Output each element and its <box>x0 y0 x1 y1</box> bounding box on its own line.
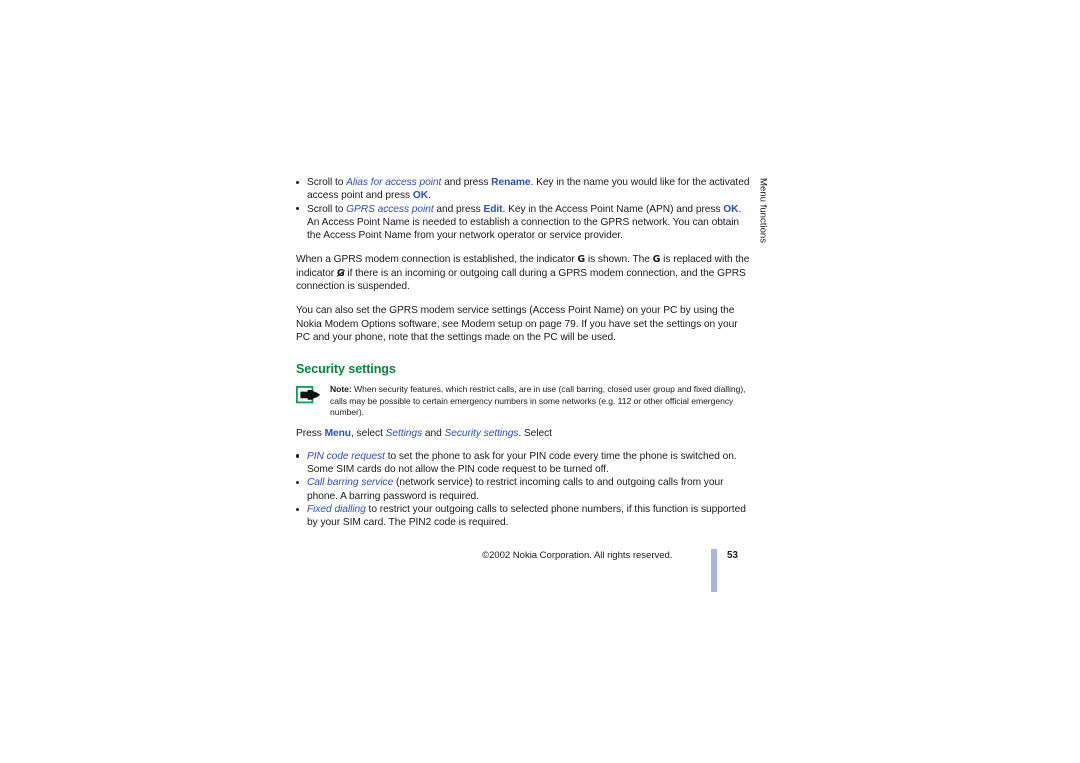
menu-item-settings: Settings <box>385 428 423 440</box>
text-fragment: . <box>738 203 742 215</box>
paragraph-text: You can also set the GPRS modem service … <box>296 305 738 343</box>
page-sheet: Scroll to Alias for access point and pre… <box>0 0 1080 763</box>
menu-item-security-settings: Security settings <box>444 428 519 440</box>
note-body: When security features, which restrict c… <box>330 384 746 418</box>
list-item: Scroll to GPRS access point and press Ed… <box>296 203 752 216</box>
text-fragment: is shown. The <box>585 254 653 266</box>
text-fragment: Scroll to <box>307 203 347 215</box>
bullet-text-fixed-dialling: Fixed dialling to restrict your outgoing… <box>307 504 746 528</box>
sub-paragraph-apn: An Access Point Name is needed to establ… <box>296 216 752 243</box>
softkey-menu: Menu <box>324 428 351 440</box>
bullet-dot-icon <box>296 507 300 511</box>
bullet-text-pin-code-request: PIN code request to set the phone to ask… <box>307 451 737 475</box>
page-footer: ©2002 Nokia Corporation. All rights rese… <box>482 549 752 600</box>
bullet-body: to restrict your outgoing calls to selec… <box>307 503 746 529</box>
note-label: Note: <box>330 384 352 395</box>
gprs-suspended-indicator-icon: G <box>336 267 345 279</box>
footer-accent-bar <box>711 549 717 592</box>
bullet-text-alias: Scroll to Alias for access point and pre… <box>307 177 749 201</box>
text-fragment: Scroll to <box>307 177 347 188</box>
menu-item-call-barring-service: Call barring service <box>307 477 394 489</box>
softkey-ok: OK <box>412 190 429 202</box>
bullet-text-gprs-access-point: Scroll to GPRS access point and press Ed… <box>307 204 741 215</box>
text-fragment: . Select <box>518 428 552 440</box>
softkey-edit: Edit <box>483 203 503 215</box>
bullet-dot-icon <box>296 180 300 184</box>
menu-item-pin-code-request: PIN code request <box>307 450 385 462</box>
list-item: Fixed dialling to restrict your outgoing… <box>296 503 752 530</box>
top-bullet-list: Scroll to Alias for access point and pre… <box>296 176 752 242</box>
bullet-text-call-barring-service: Call barring service (network service) t… <box>307 477 723 501</box>
text-fragment: and press <box>441 177 492 188</box>
page-number: 53 <box>727 550 738 561</box>
text-fragment: . <box>428 190 431 202</box>
text-fragment: if there is an incoming or outgoing call… <box>296 267 746 293</box>
menu-item-fixed-dialling: Fixed dialling <box>307 503 366 515</box>
text-fragment: and <box>422 428 445 440</box>
content-column: Scroll to Alias for access point and pre… <box>295 176 752 530</box>
side-tab-label: Menu functions <box>757 178 769 244</box>
paragraph-press-menu: Press Menu, select Settings and Security… <box>296 427 752 440</box>
text-fragment: . Key in the Access Point Name (APN) and… <box>502 203 724 215</box>
list-item: PIN code request to set the phone to ask… <box>296 450 752 477</box>
paragraph-gprs-indicator: When a GPRS modem connection is establis… <box>296 253 752 293</box>
bullet-dot-icon <box>296 454 300 458</box>
text-fragment: , select <box>350 428 386 440</box>
text-fragment: and press <box>433 203 484 215</box>
softkey-rename: Rename <box>491 177 531 188</box>
text-fragment: Press <box>296 428 325 440</box>
list-item: Call barring service (network service) t… <box>296 476 752 503</box>
emphasis-gprs-access-point: GPRS access point <box>346 203 434 215</box>
side-tab-menu-functions: Menu functions <box>752 178 774 258</box>
bottom-bullet-list: PIN code request to set the phone to ask… <box>296 450 752 530</box>
emphasis-alias-for-access-point: Alias for access point <box>346 177 442 188</box>
note-text: Note: When security features, which rest… <box>330 384 752 418</box>
note-hand-icon <box>295 386 321 404</box>
sub-paragraph-text: An Access Point Name is needed to establ… <box>307 216 740 242</box>
copyright-notice: ©2002 Nokia Corporation. All rights rese… <box>482 550 673 561</box>
note-callout: Note: When security features, which rest… <box>295 384 752 418</box>
text-fragment: When a GPRS modem connection is establis… <box>296 254 578 266</box>
list-item: Scroll to Alias for access point and pre… <box>296 176 752 203</box>
page-title: Security settings <box>296 362 396 377</box>
bullet-dot-icon <box>296 207 300 211</box>
paragraph-pc-settings: You can also set the GPRS modem service … <box>296 304 752 344</box>
bullet-dot-icon <box>296 480 300 485</box>
softkey-ok: OK <box>723 203 739 215</box>
gprs-indicator-icon: G <box>577 254 586 266</box>
